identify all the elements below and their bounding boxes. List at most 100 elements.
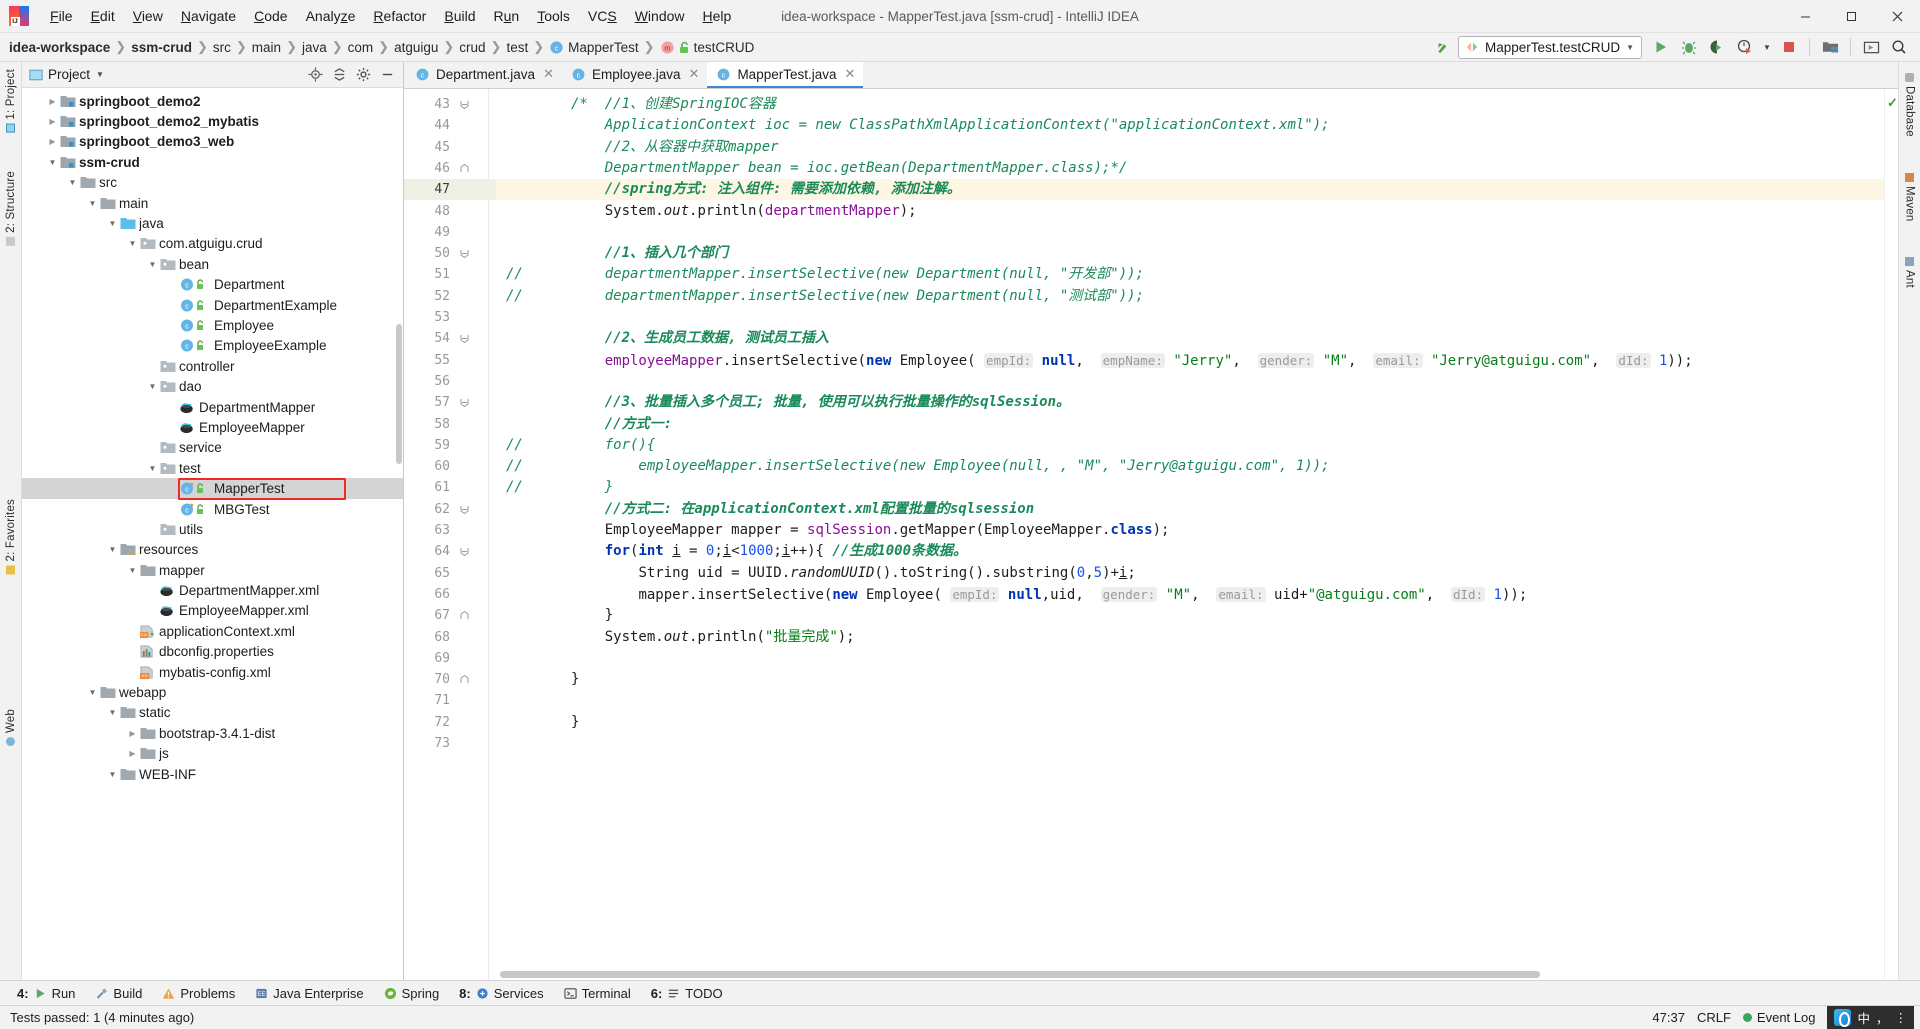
tree-node[interactable]: ▼ com.atguigu.crud	[22, 234, 403, 254]
chevron-right-icon[interactable]: ▶	[46, 137, 59, 146]
chevron-down-icon[interactable]: ▼	[106, 219, 119, 228]
code-text-area[interactable]: /* //1、创建SpringIOC容器 ApplicationContext …	[496, 89, 1884, 980]
menu-view[interactable]: View	[124, 4, 172, 28]
tree-node[interactable]: ▼ test	[22, 458, 403, 478]
breadcrumb-idea-workspace[interactable]: idea-workspace	[9, 40, 110, 55]
chevron-down-icon[interactable]: ▼	[126, 239, 139, 248]
tree-node[interactable]: ▼ main	[22, 193, 403, 213]
tool-window-button-run[interactable]: 4: Run	[8, 983, 84, 1004]
tool-window-button-terminal[interactable]: Terminal	[555, 983, 640, 1004]
chevron-down-icon[interactable]: ▼	[106, 770, 119, 779]
tree-node[interactable]: ▶ bootstrap-3.4.1-dist	[22, 723, 403, 743]
tree-node[interactable]: ▼ dao	[22, 376, 403, 396]
tool-tab-maven[interactable]: Maven	[1901, 166, 1919, 229]
tree-node[interactable]: dbconfig.properties	[22, 642, 403, 662]
project-tree[interactable]: ▶ springboot_demo2 ▶ springboot_demo2_mybat…	[22, 88, 403, 980]
tree-node[interactable]: ▶ springboot_demo3_web	[22, 132, 403, 152]
run-icon[interactable]	[1648, 35, 1674, 59]
menu-analyze[interactable]: Analyze	[297, 4, 365, 28]
chevron-right-icon[interactable]: ▶	[126, 729, 139, 738]
close-icon[interactable]: ✕	[845, 66, 856, 82]
editor-horizontal-scrollbar[interactable]	[500, 971, 1540, 978]
tree-node[interactable]: EmployeeMapper	[22, 417, 403, 437]
line-separator[interactable]: CRLF	[1697, 1010, 1731, 1025]
tree-node[interactable]: ▶ springboot_demo2	[22, 91, 403, 111]
chevron-down-icon[interactable]: ▼	[86, 688, 99, 697]
close-icon[interactable]: ✕	[689, 66, 700, 82]
search-everywhere-icon[interactable]	[1886, 35, 1912, 59]
tool-tab-database[interactable]: Database	[1901, 66, 1919, 144]
debug-icon[interactable]	[1676, 35, 1702, 59]
project-structure-icon[interactable]	[1817, 35, 1843, 59]
tool-window-button-build[interactable]: Build	[86, 983, 151, 1004]
tool-window-button-java-enterprise[interactable]: EE Java Enterprise	[246, 983, 372, 1004]
menu-run[interactable]: Run	[485, 4, 529, 28]
tree-node[interactable]: service	[22, 438, 403, 458]
menu-refactor[interactable]: Refactor	[364, 4, 435, 28]
code-fold-marker[interactable]	[458, 158, 471, 179]
update-project-icon[interactable]	[1430, 35, 1456, 59]
tool-tab-structure[interactable]: 2: Structure	[2, 164, 20, 253]
breadcrumb-atguigu[interactable]: atguigu	[394, 40, 438, 55]
menu-tools[interactable]: Tools	[528, 4, 579, 28]
menu-edit[interactable]: Edit	[82, 4, 124, 28]
hide-icon[interactable]	[376, 64, 398, 86]
menu-window[interactable]: Window	[626, 4, 694, 28]
settings-layout-icon[interactable]	[1858, 35, 1884, 59]
ime-punctuation[interactable]: ，	[1876, 1008, 1889, 1027]
menu-build[interactable]: Build	[435, 4, 484, 28]
chevron-right-icon[interactable]: ▶	[46, 97, 59, 106]
code-fold-marker[interactable]	[458, 499, 471, 520]
menu-code[interactable]: Code	[245, 4, 296, 28]
tree-node[interactable]: ▼ bean	[22, 254, 403, 274]
breadcrumb-com[interactable]: com	[348, 40, 374, 55]
ime-indicator[interactable]: 中 ， ⋮	[1827, 1005, 1914, 1029]
tree-node[interactable]: ▼ java	[22, 213, 403, 233]
collapse-all-icon[interactable]	[328, 64, 350, 86]
chevron-down-icon[interactable]: ▼	[46, 158, 59, 167]
close-button[interactable]	[1874, 0, 1920, 33]
tree-node[interactable]: c Employee	[22, 315, 403, 335]
tree-node[interactable]: ▼ static	[22, 703, 403, 723]
tool-window-button-problems[interactable]: Problems	[153, 983, 244, 1004]
code-fold-marker[interactable]	[458, 328, 471, 349]
editor-gutter[interactable]: 43 44 45 46 47 48 49 50 51 52 53 54 55 56 57 58 59 60 61 62…	[404, 89, 496, 980]
breadcrumb-testcrud[interactable]: m testCRUD	[660, 40, 754, 55]
tree-node[interactable]: DepartmentMapper	[22, 397, 403, 417]
chevron-down-icon[interactable]: ▼	[146, 464, 159, 473]
minimize-button[interactable]	[1782, 0, 1828, 33]
caret-position[interactable]: 47:37	[1652, 1010, 1685, 1025]
event-log-button[interactable]: Event Log	[1742, 1010, 1815, 1025]
chevron-down-icon[interactable]: ▼	[126, 566, 139, 575]
breadcrumb-main[interactable]: main	[252, 40, 281, 55]
code-fold-marker[interactable]	[458, 392, 471, 413]
profile-icon[interactable]	[1732, 35, 1758, 59]
tree-node[interactable]: ▼ webapp	[22, 682, 403, 702]
ime-language[interactable]: 中	[1857, 1008, 1870, 1027]
menu-vcs[interactable]: VCS	[579, 4, 626, 28]
menu-file[interactable]: File	[41, 4, 82, 28]
editor-marker-gutter[interactable]: ✓	[1884, 89, 1898, 980]
tree-node[interactable]: c DepartmentExample	[22, 295, 403, 315]
chevron-down-icon[interactable]: ▼	[106, 708, 119, 717]
tool-window-button-spring[interactable]: Spring	[375, 983, 449, 1004]
chevron-down-icon[interactable]: ▼	[106, 545, 119, 554]
code-fold-marker[interactable]	[458, 605, 471, 626]
chevron-down-icon[interactable]: ▼	[146, 382, 159, 391]
tree-node[interactable]: ▶ js	[22, 744, 403, 764]
chevron-down-icon[interactable]: ▼	[96, 70, 104, 79]
breadcrumb-crud[interactable]: crud	[459, 40, 485, 55]
maximize-button[interactable]	[1828, 0, 1874, 33]
tree-node[interactable]: c EmployeeExample	[22, 336, 403, 356]
menu-navigate[interactable]: Navigate	[172, 4, 245, 28]
tree-node[interactable]: ▼ WEB-INF	[22, 764, 403, 784]
chevron-down-icon[interactable]: ▼	[1760, 35, 1774, 59]
tree-node[interactable]: ▼ mapper	[22, 560, 403, 580]
chevron-right-icon[interactable]: ▶	[46, 117, 59, 126]
settings-gear-icon[interactable]	[352, 64, 374, 86]
tool-tab-web[interactable]: Web	[2, 702, 20, 753]
chevron-right-icon[interactable]: ▶	[126, 749, 139, 758]
editor-tab-mappertest-java[interactable]: c MapperTest.java ✕	[707, 62, 864, 88]
code-fold-marker[interactable]	[458, 243, 471, 264]
tree-node[interactable]: c MBGTest	[22, 499, 403, 519]
